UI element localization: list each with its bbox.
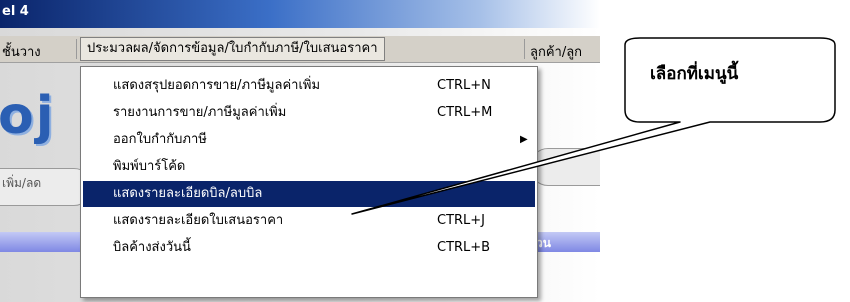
menu-option-shortcut: CTRL+M [437, 105, 493, 120]
menu-option-label: พิมพ์บาร์โค้ด [113, 159, 186, 174]
app-logo: oj [0, 86, 56, 146]
menu-option-label: แสดงสรุปยอดการขาย/ภาษีมูลค่าเพิ่ม [113, 78, 321, 93]
menu-item-process-data[interactable]: ประมวลผล/จัดการข้อมูล/ใบกำกับภาษี/ใบเสนอ… [80, 37, 385, 61]
menu-option-label: แสดงรายละเอียดบิล/ลบบิล [113, 186, 263, 201]
window-title: el 4 [2, 4, 29, 19]
add-reduce-label[interactable]: เพิ่ม/ลด [2, 174, 41, 193]
menu-option-pending-bills-today[interactable]: บิลค้างส่งวันนี้ CTRL+B [83, 235, 535, 261]
menu-bar: ชั้นวาง ประมวลผล/จัดการข้อมูล/ใบกำกับภาษ… [0, 36, 600, 63]
callout-text: เลือกที่เมนูนี้ [650, 64, 739, 84]
menu-option-bill-details-delete[interactable]: แสดงรายละเอียดบิล/ลบบิล [83, 181, 535, 207]
menu-option-shortcut: CTRL+B [437, 240, 491, 255]
menu-option-label: บิลค้างส่งวันนี้ [113, 240, 191, 255]
title-bar: el 4 [0, 0, 600, 28]
menu-option-shortcut: CTRL+N [437, 78, 491, 93]
toolbar-pill-right[interactable] [530, 148, 600, 186]
menu-item-shelves[interactable]: ชั้นวาง [2, 41, 41, 62]
menu-option-label: แสดงรายละเอียดใบเสนอราคา [113, 213, 284, 228]
menu-option-label: รายงานการขาย/ภาษีมูลค่าเพิ่ม [113, 105, 287, 120]
submenu-arrow-icon: ▶ [520, 134, 528, 145]
menu-option-sales-summary[interactable]: แสดงสรุปยอดการขาย/ภาษีมูลค่าเพิ่ม CTRL+N [83, 73, 535, 99]
table-header-label: วน [536, 236, 551, 250]
menu-option-label: ออกใบกำกับภาษี [113, 132, 207, 147]
menu-option-print-barcode[interactable]: พิมพ์บาร์โค้ด [83, 154, 535, 180]
menu-option-issue-tax-invoice[interactable]: ออกใบกำกับภาษี ▶ [83, 127, 535, 153]
menu-separator [76, 39, 77, 59]
menu-option-quotation-details[interactable]: แสดงรายละเอียดใบเสนอราคา CTRL+J [83, 208, 535, 234]
menu-separator [524, 39, 525, 59]
application-window: el 4 ชั้นวาง ประมวลผล/จัดการข้อมูล/ใบกำก… [0, 0, 600, 302]
menu-item-customers[interactable]: ลูกค้า/ลูก [530, 41, 582, 62]
process-dropdown-menu: แสดงสรุปยอดการขาย/ภาษีมูลค่าเพิ่ม CTRL+N… [80, 66, 538, 298]
menu-option-shortcut: CTRL+J [437, 213, 486, 228]
menu-option-sales-report[interactable]: รายงานการขาย/ภาษีมูลค่าเพิ่ม CTRL+M [83, 100, 535, 126]
